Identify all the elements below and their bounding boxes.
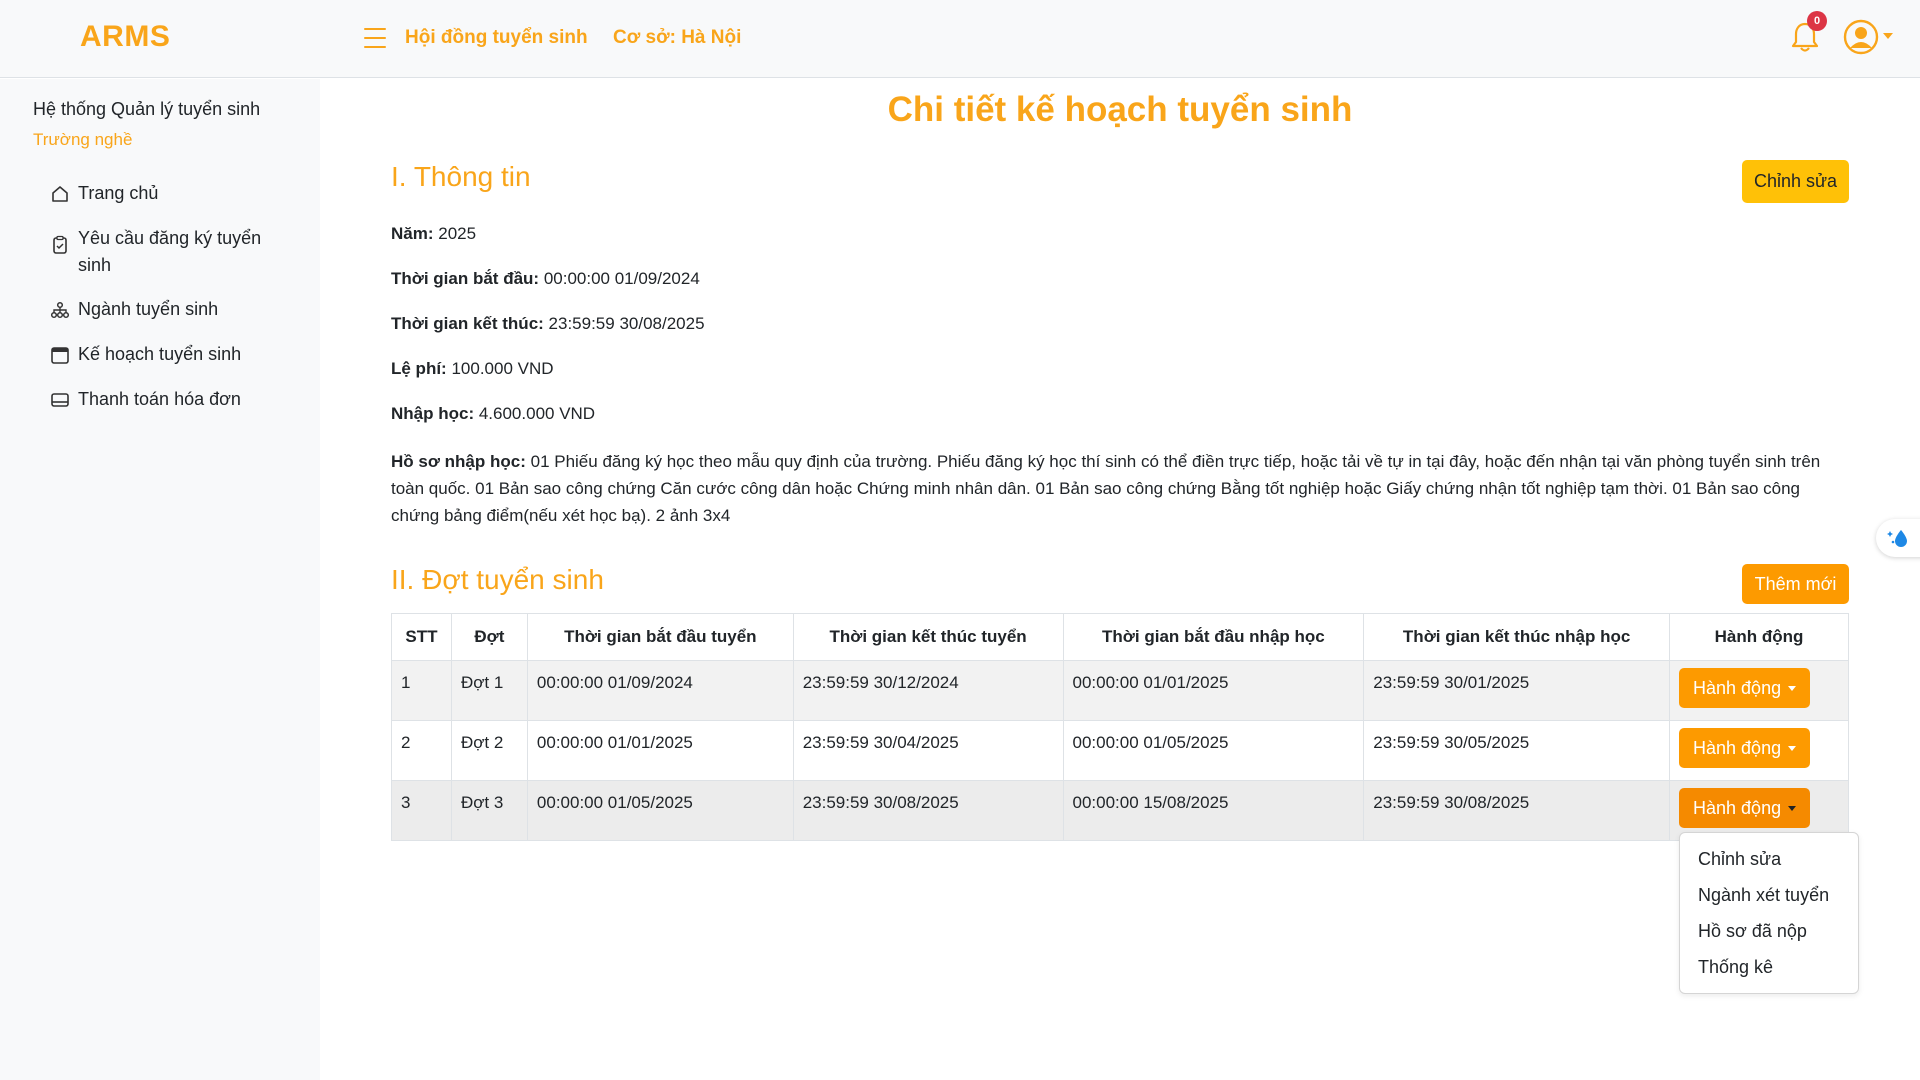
cell-round: Đợt 2	[450, 720, 528, 781]
info-fee-value: 100.000 VND	[451, 359, 554, 378]
cell-start-recruit: 00:00:00 01/09/2024	[526, 660, 794, 721]
cell-round: Đợt 3	[450, 780, 528, 841]
notification-badge: 0	[1807, 11, 1827, 31]
clipboard-icon	[53, 235, 67, 254]
top-navbar: ARMS Hội đồng tuyển sinh Cơ sở: Hà Nội 0	[0, 0, 1920, 78]
info-start-time: Thời gian bắt đầu: 00:00:00 01/09/2024	[391, 269, 700, 289]
nav-admissions-council[interactable]: Hội đồng tuyển sinh	[405, 27, 588, 49]
cell-end-enroll: 23:59:59 30/01/2025	[1363, 660, 1671, 721]
sidebar-title: Hệ thống Quản lý tuyển sinh	[33, 99, 261, 119]
cell-end-recruit: 23:59:59 30/12/2024	[792, 660, 1064, 721]
section-info-title: I. Thông tin	[391, 161, 531, 192]
info-year-label: Năm:	[391, 224, 434, 243]
col-header-end-enroll: Thời gian kết thúc nhập học	[1363, 613, 1671, 661]
edit-plan-button[interactable]: Chỉnh sửa	[1742, 160, 1849, 203]
table-row: 2 Đợt 2 00:00:00 01/01/2025 23:59:59 30/…	[391, 720, 1849, 781]
info-fee: Lệ phí: 100.000 VND	[391, 359, 554, 379]
col-header-round: Đợt	[450, 613, 528, 661]
table-row: 3 Đợt 3 00:00:00 01/05/2025 23:59:59 30/…	[391, 780, 1849, 841]
menu-item-statistics[interactable]: Thống kê	[1698, 957, 1773, 978]
caret-down-icon	[1788, 805, 1797, 811]
sidebar-item-payment[interactable]: Thanh toán hóa đơn	[50, 386, 290, 413]
floating-helper-widget[interactable]	[1876, 519, 1920, 557]
info-fee-label: Lệ phí:	[391, 359, 447, 378]
cell-actions: Hành động	[1669, 720, 1849, 781]
cell-stt: 2	[391, 720, 452, 781]
sidebar-item-label: Ngành tuyển sinh	[78, 299, 219, 319]
action-dropdown-button[interactable]: Hành động	[1679, 788, 1811, 828]
user-avatar-icon[interactable]	[1843, 19, 1879, 55]
table-row: 1 Đợt 1 00:00:00 01/09/2024 23:59:59 30/…	[391, 660, 1849, 721]
info-enrollment-fee: Nhập học: 4.600.000 VND	[391, 404, 595, 424]
cell-end-enroll: 23:59:59 30/08/2025	[1363, 780, 1671, 841]
cell-end-enroll: 23:59:59 30/05/2025	[1363, 720, 1671, 781]
info-docs-value: 01 Phiếu đăng ký học theo mẫu quy định c…	[391, 452, 1821, 525]
cell-start-enroll: 00:00:00 01/05/2025	[1062, 720, 1365, 781]
sitemap-icon	[50, 301, 70, 319]
action-dropdown-menu: Chỉnh sửa Ngành xét tuyển Hồ sơ đã nộp T…	[1679, 832, 1859, 994]
sidebar-item-label: Kế hoạch tuyển sinh	[78, 344, 242, 364]
info-start-value: 00:00:00 01/09/2024	[543, 269, 700, 288]
col-header-stt: STT	[391, 613, 452, 661]
sidebar-item-home[interactable]: Trang chủ	[50, 180, 290, 207]
menu-toggle-icon[interactable]	[364, 28, 386, 48]
caret-down-icon	[1788, 685, 1797, 691]
section-rounds-title: II. Đợt tuyển sinh	[391, 564, 604, 595]
info-enroll-value: 4.600.000 VND	[478, 404, 596, 423]
info-enroll-label: Nhập học:	[391, 404, 475, 423]
col-header-start-enroll: Thời gian bắt đầu nhập học	[1062, 613, 1365, 661]
sidebar-item-label: Trang chủ	[78, 183, 159, 203]
chevron-down-icon[interactable]	[1883, 33, 1893, 39]
action-button-label: Hành động	[1693, 677, 1782, 698]
action-button-label: Hành động	[1693, 737, 1782, 758]
caret-down-icon	[1788, 745, 1797, 751]
col-header-actions: Hành động	[1669, 613, 1849, 661]
sidebar-item-registration-requests[interactable]: Yêu cầu đăng ký tuyển sinh	[50, 225, 290, 279]
info-documents: Hồ sơ nhập học: 01 Phiếu đăng ký học the…	[391, 448, 1831, 529]
cell-start-enroll: 00:00:00 01/01/2025	[1062, 660, 1365, 721]
info-end-time: Thời gian kết thúc: 23:59:59 30/08/2025	[391, 314, 705, 334]
col-header-start-recruit: Thời gian bắt đầu tuyển	[526, 613, 794, 661]
cell-end-recruit: 23:59:59 30/04/2025	[792, 720, 1064, 781]
admission-rounds-table: STT Đợt Thời gian bắt đầu tuyển Thời gia…	[391, 613, 1849, 841]
info-end-value: 23:59:59 30/08/2025	[548, 314, 705, 333]
water-drop-icon	[1887, 530, 1907, 547]
cell-round: Đợt 1	[450, 660, 528, 721]
cell-actions: Hành động	[1669, 660, 1849, 721]
info-start-label: Thời gian bắt đầu:	[391, 269, 540, 288]
home-icon	[52, 186, 68, 202]
cell-start-recruit: 00:00:00 01/05/2025	[526, 780, 794, 841]
info-year: Năm: 2025	[391, 224, 476, 244]
sidebar-subtitle: Trường nghề	[33, 130, 133, 149]
nav-campus[interactable]: Cơ sở: Hà Nội	[613, 27, 741, 49]
cell-start-enroll: 00:00:00 15/08/2025	[1062, 780, 1365, 841]
sidebar-item-majors[interactable]: Ngành tuyển sinh	[50, 296, 290, 323]
info-docs-label: Hồ sơ nhập học:	[391, 452, 526, 471]
sidebar-item-label: Yêu cầu đăng ký tuyển sinh	[78, 228, 262, 275]
credit-card-icon	[51, 393, 69, 407]
cell-start-recruit: 00:00:00 01/01/2025	[526, 720, 794, 781]
table-header-row: STT Đợt Thời gian bắt đầu tuyển Thời gia…	[391, 613, 1849, 661]
sidebar: Hệ thống Quản lý tuyển sinh Trường nghề …	[0, 79, 320, 1080]
sidebar-item-admission-plan[interactable]: Kế hoạch tuyển sinh	[50, 341, 290, 368]
menu-item-submitted-applications[interactable]: Hồ sơ đã nộp	[1698, 921, 1807, 942]
app-logo[interactable]: ARMS	[80, 20, 170, 54]
page-title: Chi tiết kế hoạch tuyển sinh	[887, 90, 1353, 129]
cell-end-recruit: 23:59:59 30/08/2025	[792, 780, 1064, 841]
action-dropdown-button[interactable]: Hành động	[1679, 728, 1811, 768]
col-header-end-recruit: Thời gian kết thúc tuyển	[792, 613, 1064, 661]
action-button-label: Hành động	[1693, 797, 1782, 818]
add-round-button[interactable]: Thêm mới	[1742, 564, 1849, 604]
cell-stt: 1	[391, 660, 452, 721]
menu-item-edit[interactable]: Chỉnh sửa	[1698, 849, 1781, 870]
calendar-icon	[51, 347, 69, 364]
cell-stt: 3	[391, 780, 452, 841]
sidebar-item-label: Thanh toán hóa đơn	[78, 389, 241, 409]
info-end-label: Thời gian kết thúc:	[391, 314, 544, 333]
info-year-value: 2025	[438, 224, 477, 243]
action-dropdown-button[interactable]: Hành động	[1679, 668, 1811, 708]
menu-item-majors[interactable]: Ngành xét tuyển	[1698, 885, 1829, 906]
